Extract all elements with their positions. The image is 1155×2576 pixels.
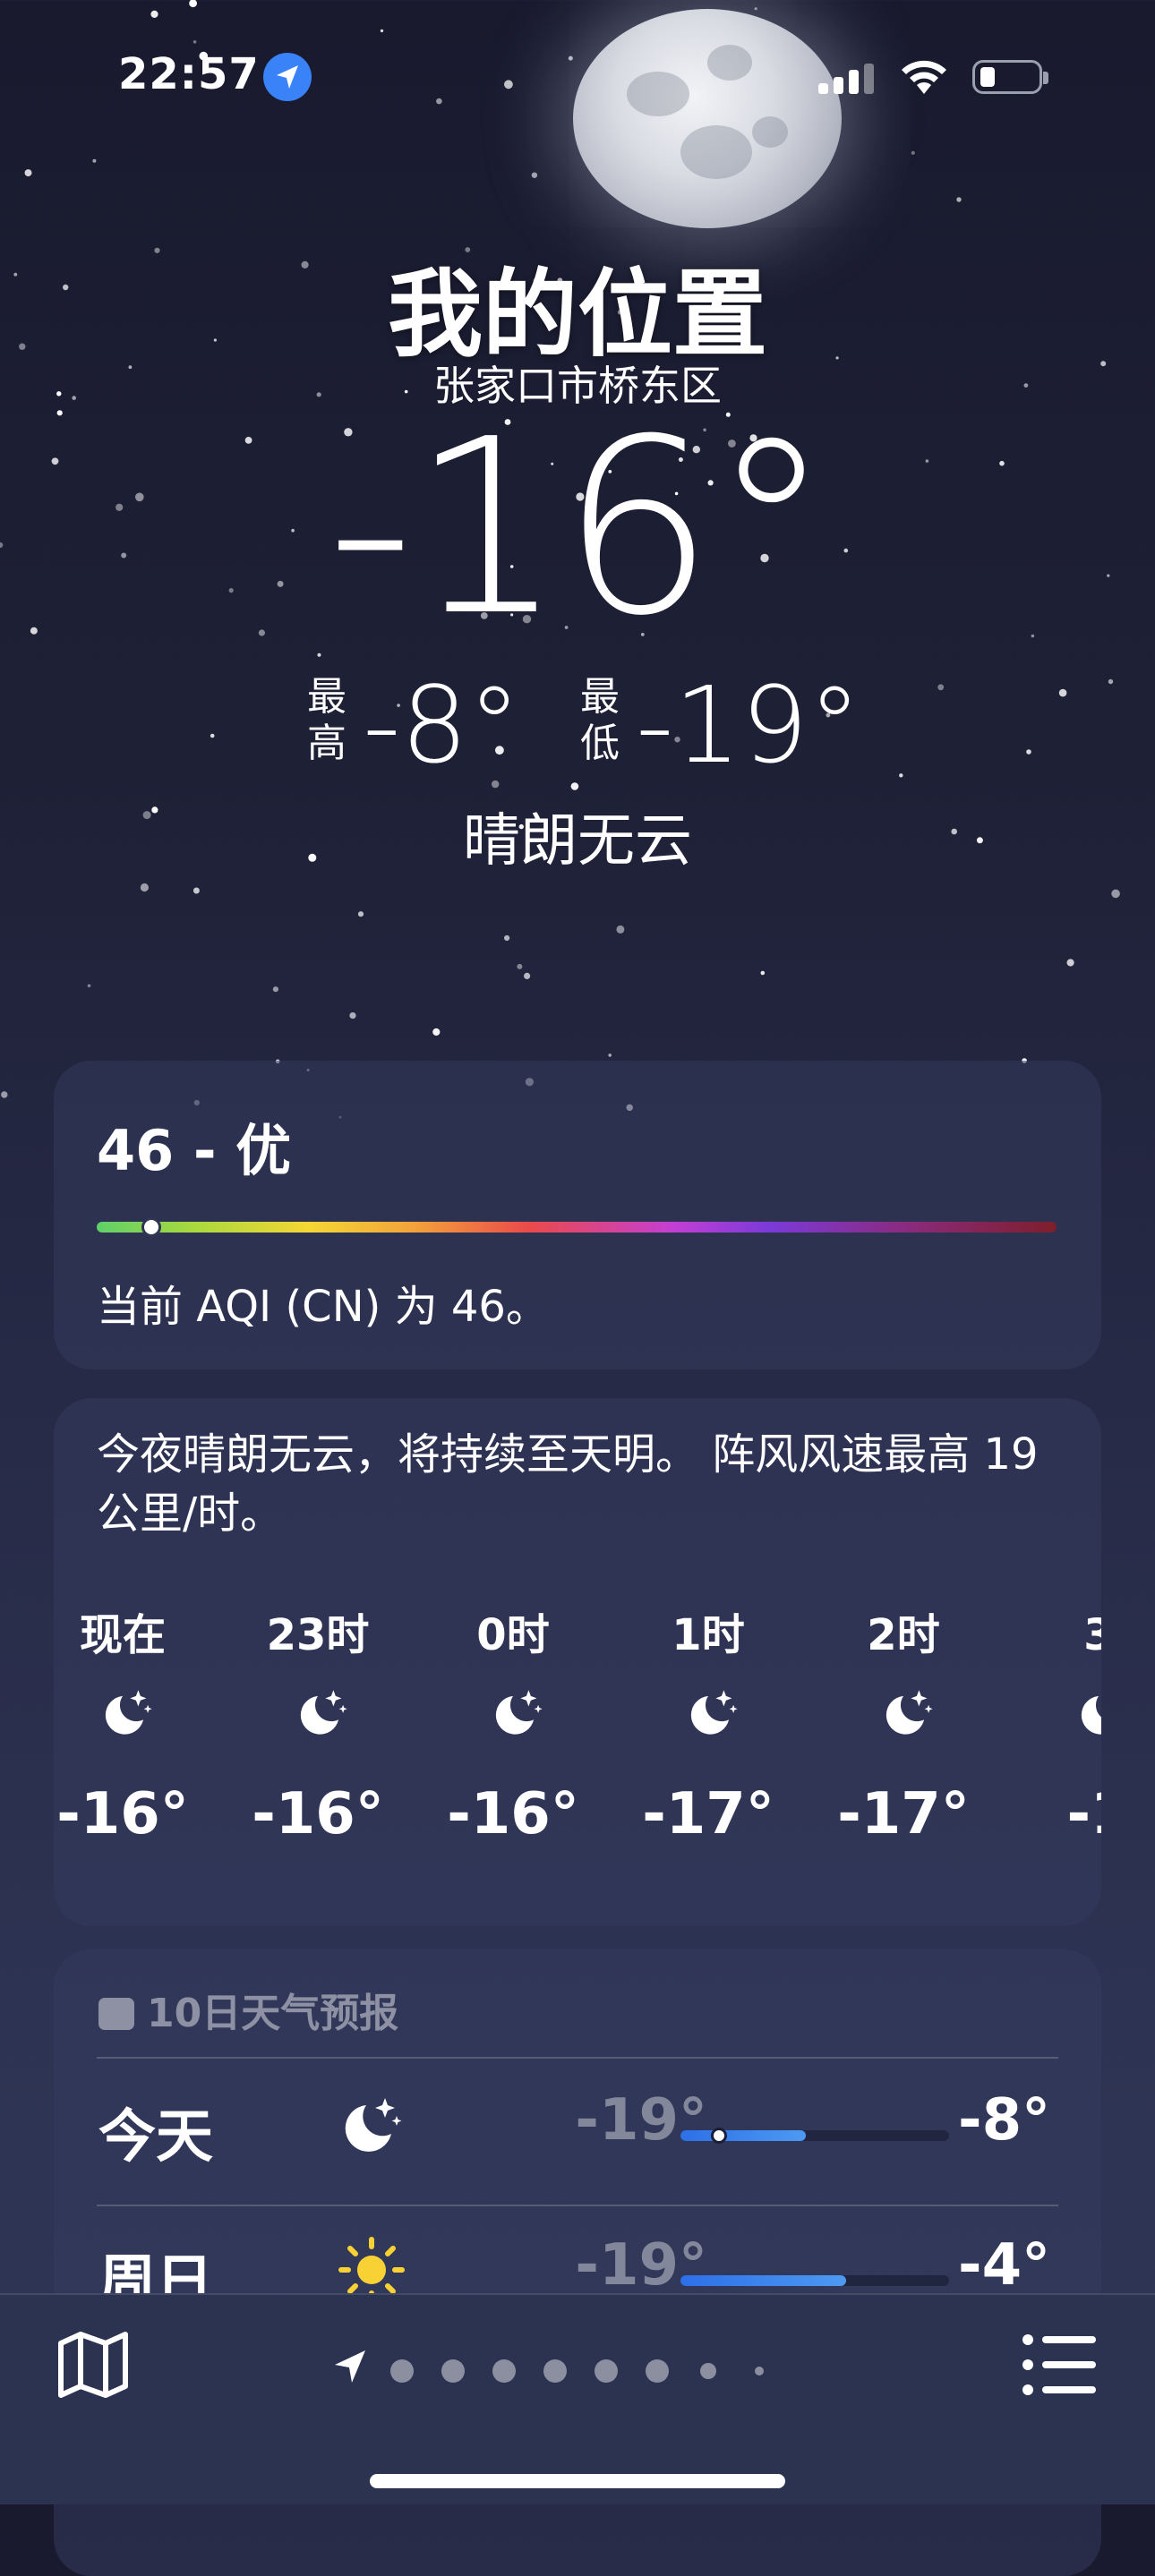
- hour-item: 23时 -16°: [228, 1604, 407, 1855]
- page-dot[interactable]: [646, 2359, 669, 2383]
- hour-temp: -16°: [56, 1781, 189, 1847]
- cellular-signal-icon: [818, 64, 874, 94]
- low-temp: -19°: [575, 2087, 707, 2154]
- hour-label: 3: [1083, 1610, 1101, 1660]
- page-dot[interactable]: [543, 2359, 567, 2383]
- hour-temp: -17°: [642, 1781, 774, 1847]
- hour-item: 现在 -16°: [54, 1604, 212, 1855]
- hourly-forecast-card[interactable]: 今夜晴朗无云，将持续至天明。 阵风风速最高 19 公里/时。 现在 -16° 23时…: [54, 1398, 1101, 1926]
- moon-stars-icon: [1081, 1695, 1101, 1735]
- page-dot[interactable]: [492, 2359, 516, 2383]
- hour-label: 23时: [266, 1610, 370, 1660]
- hourly-scroll[interactable]: 现在 -16° 23时 -16° 0时 -16° 1时 -17° 2时 -17° 3 -1: [54, 1604, 1101, 1890]
- high-temp: -4°: [958, 2232, 1051, 2299]
- map-icon[interactable]: [56, 2327, 131, 2402]
- hour-item: 2时 -17°: [814, 1604, 993, 1855]
- moon-stars-icon: [300, 1690, 347, 1735]
- temp-range-bar: [680, 2128, 949, 2144]
- day-label: 今天: [98, 2104, 213, 2171]
- moon-image: [573, 9, 842, 228]
- location-arrow-icon: [335, 2350, 365, 2383]
- low-temperature: -19°: [636, 663, 861, 787]
- wifi-icon: [902, 60, 946, 94]
- page-dot[interactable]: [595, 2359, 618, 2383]
- condition-label: 晴朗无云: [463, 808, 692, 874]
- bottom-toolbar: [0, 2293, 1155, 2504]
- hour-item: 3 -1: [1009, 1604, 1101, 1855]
- day-row-today[interactable]: 今天 -19° -8°: [54, 2064, 1101, 2198]
- battery-icon: [972, 60, 1048, 94]
- page-dot[interactable]: [441, 2359, 465, 2383]
- calendar-icon: [98, 1998, 134, 2030]
- hour-label: 1时: [672, 1610, 745, 1660]
- temp-range-bar: [680, 2275, 949, 2286]
- current-temp-marker: [711, 2128, 727, 2144]
- high-temp: -8°: [958, 2087, 1051, 2154]
- divider: [97, 2205, 1058, 2206]
- hour-item: 0时 -16°: [424, 1604, 603, 1855]
- location-arrow-icon: [263, 53, 312, 101]
- aqi-card[interactable]: 46 - 优 当前 AQI (CN) 为 46。: [54, 1061, 1101, 1369]
- status-time: 22:57: [118, 49, 260, 99]
- aqi-description: 当前 AQI (CN) 为 46。: [97, 1282, 549, 1332]
- current-temperature: -16°: [327, 387, 832, 669]
- divider: [97, 2057, 1058, 2059]
- hour-label: 0时: [476, 1610, 550, 1660]
- hour-label: 现在: [79, 1610, 166, 1660]
- aqi-indicator: [141, 1217, 161, 1237]
- hour-temp: -16°: [252, 1781, 384, 1847]
- list-icon[interactable]: [1021, 2331, 1098, 2399]
- hour-label: 2时: [867, 1610, 940, 1660]
- hour-temp: -1: [1066, 1781, 1101, 1847]
- moon-stars-icon: [345, 2098, 402, 2152]
- high-temperature: -8°: [363, 663, 521, 787]
- moon-stars-icon: [690, 1690, 738, 1735]
- hour-temp: -16°: [447, 1781, 579, 1847]
- ten-day-header: 10日天气预报: [98, 1981, 398, 2038]
- moon-stars-icon: [105, 1690, 152, 1735]
- page-dot[interactable]: [755, 2367, 764, 2376]
- page-dot[interactable]: [700, 2363, 716, 2379]
- moon-stars-icon: [495, 1690, 543, 1735]
- high-low-temperatures: 最高 -8° 最低 -19°: [0, 667, 1155, 783]
- home-indicator: [370, 2474, 785, 2488]
- hour-temp: -17°: [837, 1781, 970, 1847]
- status-bar: 22:57: [0, 49, 1155, 103]
- moon-stars-icon: [886, 1690, 933, 1735]
- forecast-summary: 今夜晴朗无云，将持续至天明。 阵风风速最高 19 公里/时。: [97, 1429, 1039, 1539]
- high-label: 最高: [307, 674, 346, 766]
- low-temp: -19°: [575, 2232, 707, 2299]
- hour-item: 1时 -17°: [619, 1604, 798, 1855]
- page-indicator[interactable]: [331, 2340, 833, 2393]
- low-label: 最低: [580, 674, 620, 766]
- aqi-scale-bar: [97, 1222, 1057, 1233]
- aqi-title: 46 - 优: [97, 1118, 292, 1183]
- page-dot[interactable]: [390, 2359, 414, 2383]
